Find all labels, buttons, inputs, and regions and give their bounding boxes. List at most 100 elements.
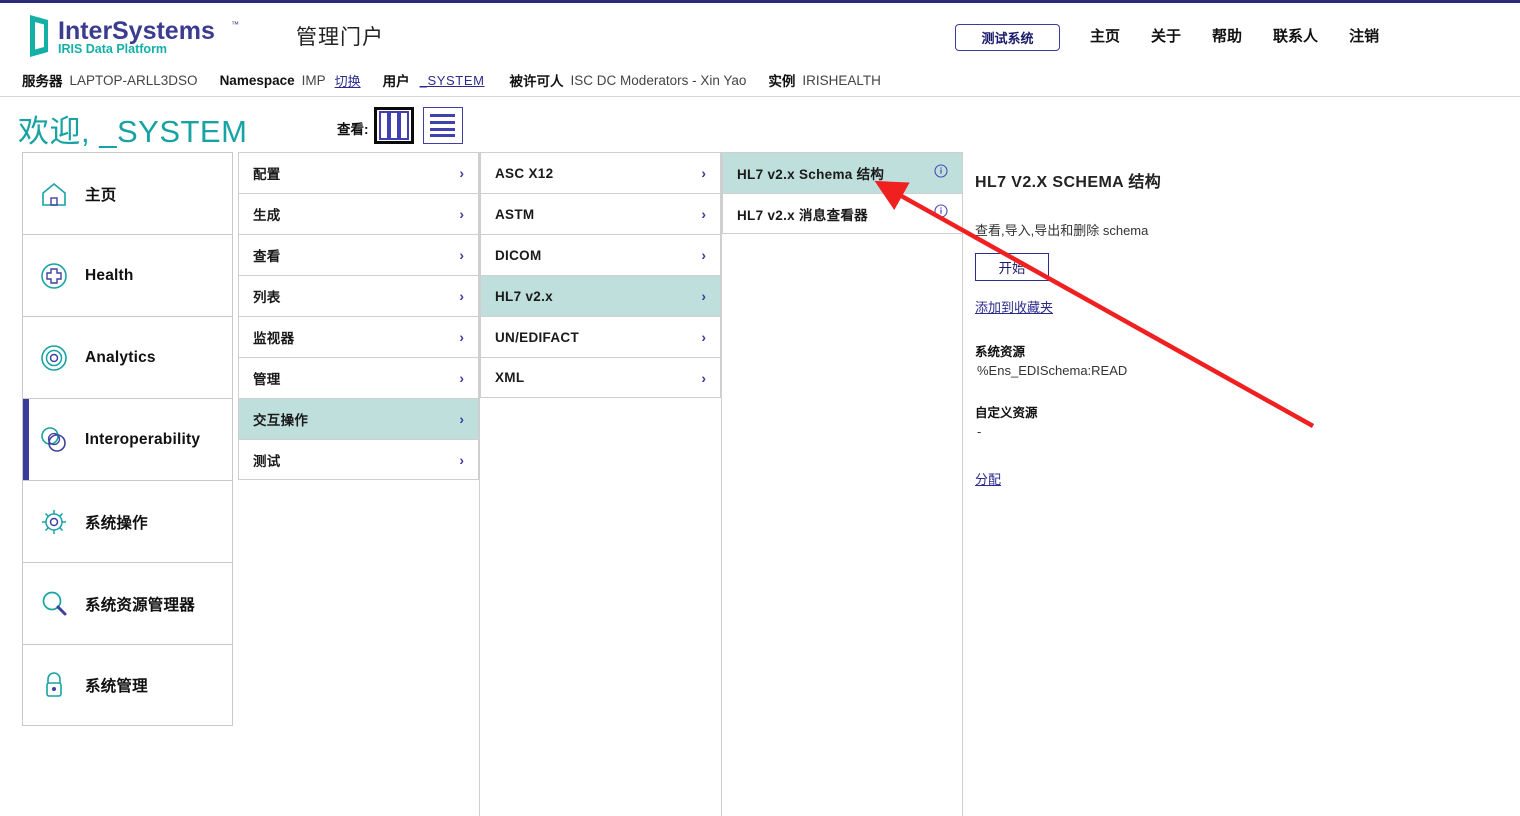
lock-icon xyxy=(23,670,85,700)
sidebar-item-label: 系统管理 xyxy=(85,678,148,695)
menu-item-build[interactable]: 生成 › xyxy=(238,193,479,234)
header-links: 主页 关于 帮助 联系人 注销 xyxy=(1090,25,1379,46)
magnifier-icon xyxy=(23,589,85,619)
menu-item-hl7-v2x[interactable]: HL7 v2.x › xyxy=(480,275,721,316)
menu-item-label: 交互操作 xyxy=(253,413,309,428)
menu-item-label: HL7 v2.x Schema 结构 xyxy=(737,167,885,182)
chevron-right-icon: › xyxy=(459,165,464,181)
menu-item-hl7-schema-structures[interactable]: HL7 v2.x Schema 结构 xyxy=(722,152,963,193)
breadcrumb-instance-value: IRISHEALTH xyxy=(802,72,881,88)
sidebar-item-home[interactable]: 主页 xyxy=(22,152,233,234)
header-link-contact[interactable]: 联系人 xyxy=(1273,25,1318,46)
menu-item-label: 配置 xyxy=(253,167,281,182)
interoperability-rings-icon xyxy=(23,424,85,456)
info-icon[interactable] xyxy=(934,204,948,223)
custom-resource-section: 自定义资源 - xyxy=(975,402,1375,439)
sidebar-item-label: 主页 xyxy=(85,186,117,204)
breadcrumb-server-value: LAPTOP-ARLL3DSO xyxy=(69,72,198,88)
breadcrumb-user-value[interactable]: _SYSTEM xyxy=(417,73,488,88)
test-system-button[interactable]: 测试系统 xyxy=(955,24,1060,51)
breadcrumb-namespace-value: IMP xyxy=(301,72,326,88)
view-mode-buttons xyxy=(374,107,463,144)
custom-resource-label: 自定义资源 xyxy=(975,406,1038,420)
add-to-favorites-link[interactable]: 添加到收藏夹 xyxy=(975,297,1053,316)
breadcrumb-licensee-label: 被许可人 xyxy=(509,74,564,89)
welcome-title: 欢迎, _SYSTEM xyxy=(18,114,248,149)
svg-text:IRIS Data Platform: IRIS Data Platform xyxy=(58,42,167,56)
sidebar-item-system-administration[interactable]: 系统管理 xyxy=(22,644,233,726)
svg-text:Inter: Inter xyxy=(58,17,112,45)
page-header: Inter Systems ™ IRIS Data Platform 管理门户 … xyxy=(0,3,1520,64)
list-icon xyxy=(430,114,455,137)
page-root: Inter Systems ™ IRIS Data Platform 管理门户 … xyxy=(0,0,1520,816)
gear-icon xyxy=(23,507,85,537)
header-link-about[interactable]: 关于 xyxy=(1151,25,1181,46)
chevron-right-icon: › xyxy=(701,329,706,345)
menu-column-3: HL7 v2.x Schema 结构 HL7 v2.x 消息查看器 xyxy=(722,152,963,234)
chevron-right-icon: › xyxy=(459,247,464,263)
breadcrumb-namespace-label: Namespace xyxy=(219,72,295,88)
menu-item-label: HL7 v2.x xyxy=(495,288,553,304)
sidebar-item-system-operation[interactable]: 系统操作 xyxy=(22,480,233,562)
header-divider xyxy=(0,96,1520,97)
chevron-right-icon: › xyxy=(459,370,464,386)
chevron-right-icon: › xyxy=(701,206,706,222)
sidebar-item-system-explorer[interactable]: 系统资源管理器 xyxy=(22,562,233,644)
menu-item-hl7-message-viewer[interactable]: HL7 v2.x 消息查看器 xyxy=(722,193,963,234)
header-link-help[interactable]: 帮助 xyxy=(1212,25,1242,46)
menu-item-test[interactable]: 测试 › xyxy=(238,439,479,480)
sidebar-item-interoperability[interactable]: Interoperability xyxy=(22,398,233,480)
header-link-logout[interactable]: 注销 xyxy=(1349,25,1379,46)
menu-item-manage[interactable]: 管理 › xyxy=(238,357,479,398)
chevron-right-icon: › xyxy=(459,451,464,468)
breadcrumb: 服务器 LAPTOP-ARLL3DSO Namespace IMP 切换 用户 … xyxy=(22,68,903,92)
column-separator-2 xyxy=(721,152,722,816)
portal-title: 管理门户 xyxy=(296,26,384,49)
chevron-right-icon: › xyxy=(459,329,464,345)
menu-item-dicom[interactable]: DICOM › xyxy=(480,234,721,275)
menu-column-2: ASC X12 › ASTM › DICOM › HL7 v2.x › UN/E… xyxy=(480,152,721,398)
intersystems-logo[interactable]: Inter Systems ™ IRIS Data Platform xyxy=(22,12,272,58)
sidebar-item-label: 系统资源管理器 xyxy=(85,596,195,614)
custom-resource-value: - xyxy=(977,424,982,439)
breadcrumb-licensee-value: ISC DC Moderators - Xin Yao xyxy=(570,72,747,88)
sidebar-item-analytics[interactable]: Analytics xyxy=(22,316,233,398)
menu-column-1: 配置 › 生成 › 查看 › 列表 › 监视器 › 管理 › 交互操作 › 测试 xyxy=(238,152,479,480)
menu-item-configure[interactable]: 配置 › xyxy=(238,152,479,193)
chevron-right-icon: › xyxy=(701,369,706,386)
detail-description: 查看,导入,导出和删除 schema xyxy=(975,223,1149,238)
logo-svg: Inter Systems ™ IRIS Data Platform xyxy=(30,15,239,57)
view-columns-button[interactable] xyxy=(374,107,414,144)
chevron-right-icon: › xyxy=(459,206,464,222)
menu-item-monitor[interactable]: 监视器 › xyxy=(238,316,479,357)
menu-item-asc-x12[interactable]: ASC X12 › xyxy=(480,152,721,193)
columns-icon xyxy=(379,111,409,140)
header-link-home[interactable]: 主页 xyxy=(1090,25,1120,46)
svg-text:™: ™ xyxy=(231,20,239,29)
view-list-button[interactable] xyxy=(423,107,463,144)
home-icon xyxy=(23,179,85,209)
svg-text:Systems: Systems xyxy=(112,17,215,45)
menu-item-label: HL7 v2.x 消息查看器 xyxy=(737,207,868,223)
sidebar-item-label: Health xyxy=(85,266,134,284)
menu-item-un-edifact[interactable]: UN/EDIFACT › xyxy=(480,316,721,357)
menu-item-label: 管理 xyxy=(253,372,281,387)
menu-item-interoperate[interactable]: 交互操作 › xyxy=(238,398,479,439)
breadcrumb-switch-link[interactable]: 切换 xyxy=(335,71,361,90)
start-button[interactable]: 开始 xyxy=(975,253,1049,281)
menu-item-label: 列表 xyxy=(253,290,281,305)
menu-item-list[interactable]: 列表 › xyxy=(238,275,479,316)
assign-link[interactable]: 分配 xyxy=(975,469,1001,488)
info-icon[interactable] xyxy=(934,163,948,183)
system-resource-label: 系统资源 xyxy=(975,345,1026,359)
sidebar-item-health[interactable]: Health xyxy=(22,234,233,316)
menu-item-label: DICOM xyxy=(495,247,542,263)
menu-item-astm[interactable]: ASTM › xyxy=(480,193,721,234)
menu-item-xml[interactable]: XML › xyxy=(480,357,721,398)
menu-item-view[interactable]: 查看 › xyxy=(238,234,479,275)
menu-item-label: 查看 xyxy=(253,249,281,264)
chevron-right-icon: › xyxy=(459,411,464,427)
detail-title: HL7 V2.X SCHEMA 结构 xyxy=(975,174,1162,191)
menu-item-label: ASTM xyxy=(495,206,535,222)
menu-item-label: 测试 xyxy=(253,453,281,469)
